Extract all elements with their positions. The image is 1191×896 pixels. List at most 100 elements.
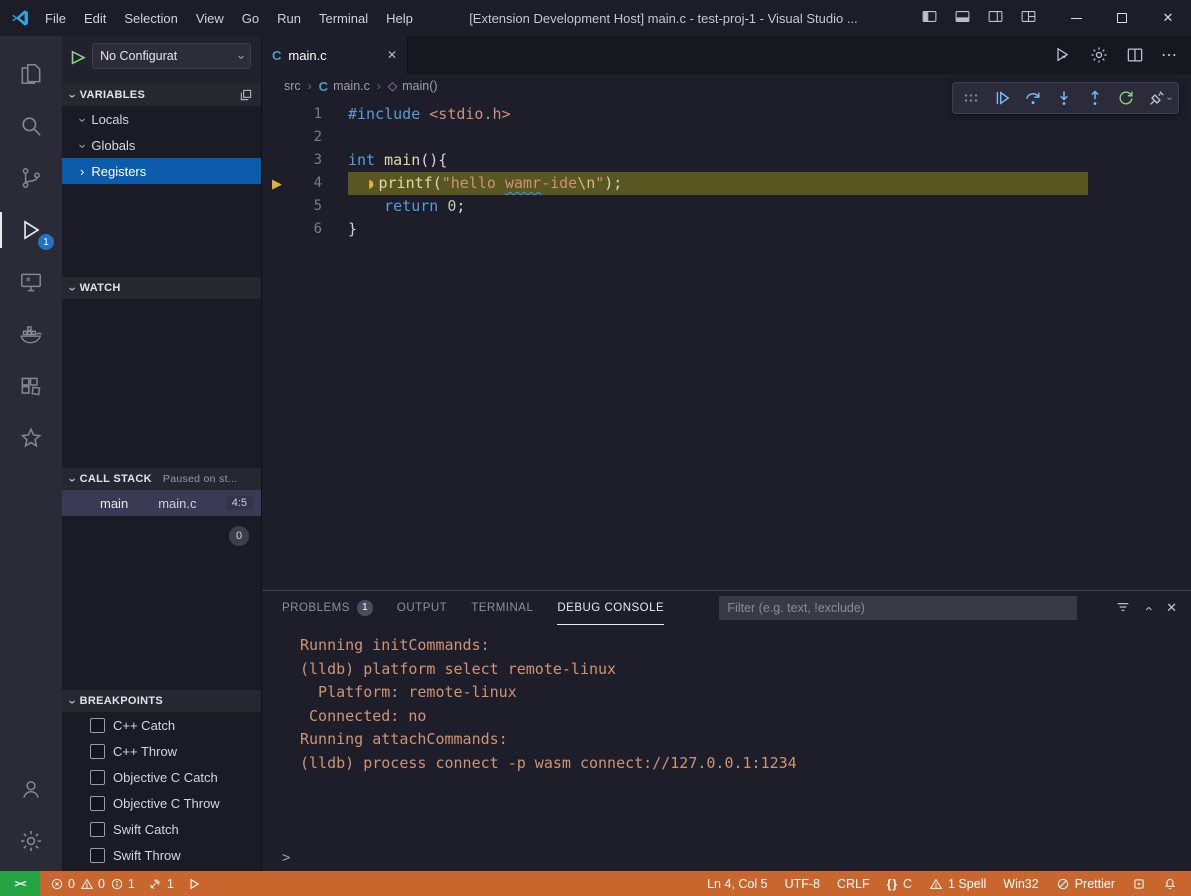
code-editor[interactable]: 1#include <stdio.h>23int main(){▶4 ◗prin… <box>262 98 1191 590</box>
breakpoint-row[interactable]: C++ Catch <box>62 712 261 738</box>
step-over-button[interactable] <box>1023 88 1043 108</box>
gutter-glyph[interactable] <box>262 195 292 218</box>
restart-button[interactable] <box>1116 88 1136 108</box>
variables-item-locals[interactable]: ›Locals <box>62 106 261 132</box>
gutter-glyph[interactable] <box>262 103 292 126</box>
section-breakpoints-header[interactable]: › BREAKPOINTS <box>62 690 261 712</box>
tab-close-icon[interactable]: ✕ <box>387 48 397 62</box>
code-line-5[interactable]: 5 return 0; <box>262 195 1191 218</box>
minimize-button[interactable] <box>1053 0 1099 36</box>
run-status-button[interactable] <box>187 877 201 891</box>
breakpoint-checkbox[interactable] <box>90 796 105 811</box>
language-mode[interactable]: {} C <box>887 877 912 891</box>
notifications-bell-icon[interactable] <box>1163 877 1177 891</box>
breadcrumb-src[interactable]: src <box>284 79 301 93</box>
panel-tab-output[interactable]: OUTPUT <box>397 591 447 625</box>
section-variables-header[interactable]: › VARIABLES <box>62 84 261 106</box>
cursor-position[interactable]: Ln 4, Col 5 <box>707 877 767 891</box>
breadcrumb-symbol[interactable]: ◇main() <box>388 79 438 93</box>
encoding[interactable]: UTF-8 <box>785 877 820 891</box>
variables-item-registers[interactable]: ›Registers <box>62 158 261 184</box>
section-watch-header[interactable]: › WATCH <box>62 277 261 299</box>
menu-file[interactable]: File <box>36 6 75 31</box>
breakpoint-row[interactable]: Swift Throw <box>62 842 261 868</box>
toggle-secondary-sidebar-icon[interactable] <box>987 8 1004 28</box>
breakpoint-row[interactable]: Objective C Catch <box>62 764 261 790</box>
menu-go[interactable]: Go <box>233 6 268 31</box>
maximize-panel-icon[interactable]: › <box>1141 606 1155 611</box>
current-line-arrow-icon[interactable]: ▶ <box>262 172 292 195</box>
code-line-3[interactable]: 3int main(){ <box>262 149 1191 172</box>
toggle-sidebar-icon[interactable] <box>921 8 938 28</box>
customize-layout-icon[interactable] <box>1020 8 1037 28</box>
collapse-all-icon[interactable] <box>239 88 253 102</box>
run-or-debug-button[interactable] <box>1053 45 1073 65</box>
panel-tab-debug-console[interactable]: DEBUG CONSOLE <box>557 591 664 625</box>
maximize-button[interactable] <box>1099 0 1145 36</box>
debug-console-input[interactable]: > <box>262 845 1191 871</box>
breakpoint-checkbox[interactable] <box>90 744 105 759</box>
close-button[interactable]: ✕ <box>1145 0 1191 36</box>
filter-icon[interactable] <box>1115 599 1131 618</box>
split-editor-icon[interactable] <box>1125 45 1145 65</box>
stack-frame-row[interactable]: main main.c 4:5 <box>62 490 261 516</box>
code-line-4[interactable]: ▶4 ◗printf("hello wamr-ide\n"); <box>262 172 1191 195</box>
gear-icon[interactable] <box>1089 45 1109 65</box>
close-panel-icon[interactable]: ✕ <box>1166 600 1177 616</box>
breakpoint-checkbox[interactable] <box>90 718 105 733</box>
code-line-6[interactable]: 6} <box>262 218 1191 241</box>
variables-item-globals[interactable]: ›Globals <box>62 132 261 158</box>
settings-gear-icon[interactable] <box>0 815 62 867</box>
debug-config-dropdown[interactable]: No Configurat › <box>92 43 251 69</box>
menu-edit[interactable]: Edit <box>75 6 115 31</box>
explorer-icon[interactable] <box>0 48 62 100</box>
more-actions-icon[interactable]: ⋯ <box>1161 45 1177 65</box>
menu-terminal[interactable]: Terminal <box>310 6 377 31</box>
search-icon[interactable] <box>0 100 62 152</box>
gutter-glyph[interactable] <box>262 126 292 149</box>
account-icon[interactable] <box>0 763 62 815</box>
remote-explorer-icon[interactable] <box>0 256 62 308</box>
remote-indicator[interactable]: >< <box>0 871 40 896</box>
formatter-status[interactable]: Prettier <box>1056 877 1115 891</box>
breakpoint-row[interactable]: Swift Catch <box>62 816 261 842</box>
code-token: \n <box>577 174 595 192</box>
star-icon[interactable] <box>0 412 62 464</box>
toggle-panel-icon[interactable] <box>954 8 971 28</box>
breakpoint-checkbox[interactable] <box>90 770 105 785</box>
panel-tab-problems[interactable]: PROBLEMS1 <box>282 591 373 625</box>
spell-checker-status[interactable]: 1 Spell <box>929 877 986 891</box>
extensions-icon[interactable] <box>0 360 62 412</box>
platform-target[interactable]: Win32 <box>1003 877 1038 891</box>
run-debug-icon[interactable]: 1 <box>0 204 62 256</box>
start-debug-button[interactable]: ▷ <box>72 48 85 65</box>
tab-main-c[interactable]: C main.c ✕ <box>262 36 408 74</box>
console-filter-input[interactable] <box>719 596 1077 620</box>
menu-run[interactable]: Run <box>268 6 310 31</box>
gutter-glyph[interactable] <box>262 218 292 241</box>
breakpoint-row[interactable]: Objective C Throw <box>62 790 261 816</box>
step-out-button[interactable] <box>1085 88 1105 108</box>
debug-console-output[interactable]: Running initCommands:(lldb) platform sel… <box>262 625 1191 845</box>
code-line-2[interactable]: 2 <box>262 126 1191 149</box>
breakpoint-checkbox[interactable] <box>90 822 105 837</box>
menu-view[interactable]: View <box>187 6 233 31</box>
section-callstack-header[interactable]: › CALL STACK Paused on st... <box>62 468 261 490</box>
toolchain-status[interactable]: 1 <box>148 877 174 891</box>
breadcrumb-file[interactable]: Cmain.c <box>319 79 370 94</box>
panel-tab-terminal[interactable]: TERMINAL <box>471 591 533 625</box>
breakpoint-checkbox[interactable] <box>90 848 105 863</box>
menu-selection[interactable]: Selection <box>115 6 186 31</box>
disconnect-button[interactable]: › <box>1147 88 1170 108</box>
breakpoint-row[interactable]: C++ Throw <box>62 738 261 764</box>
tunnel-icon[interactable] <box>1132 877 1146 891</box>
source-control-icon[interactable] <box>0 152 62 204</box>
problems-status[interactable]: 0 0 1 <box>50 877 135 891</box>
gutter-glyph[interactable] <box>262 149 292 172</box>
menu-help[interactable]: Help <box>377 6 422 31</box>
docker-icon[interactable] <box>0 308 62 360</box>
eol-sequence[interactable]: CRLF <box>837 877 870 891</box>
step-into-button[interactable] <box>1054 88 1074 108</box>
drag-handle-icon[interactable] <box>961 88 981 108</box>
continue-button[interactable] <box>992 88 1012 108</box>
